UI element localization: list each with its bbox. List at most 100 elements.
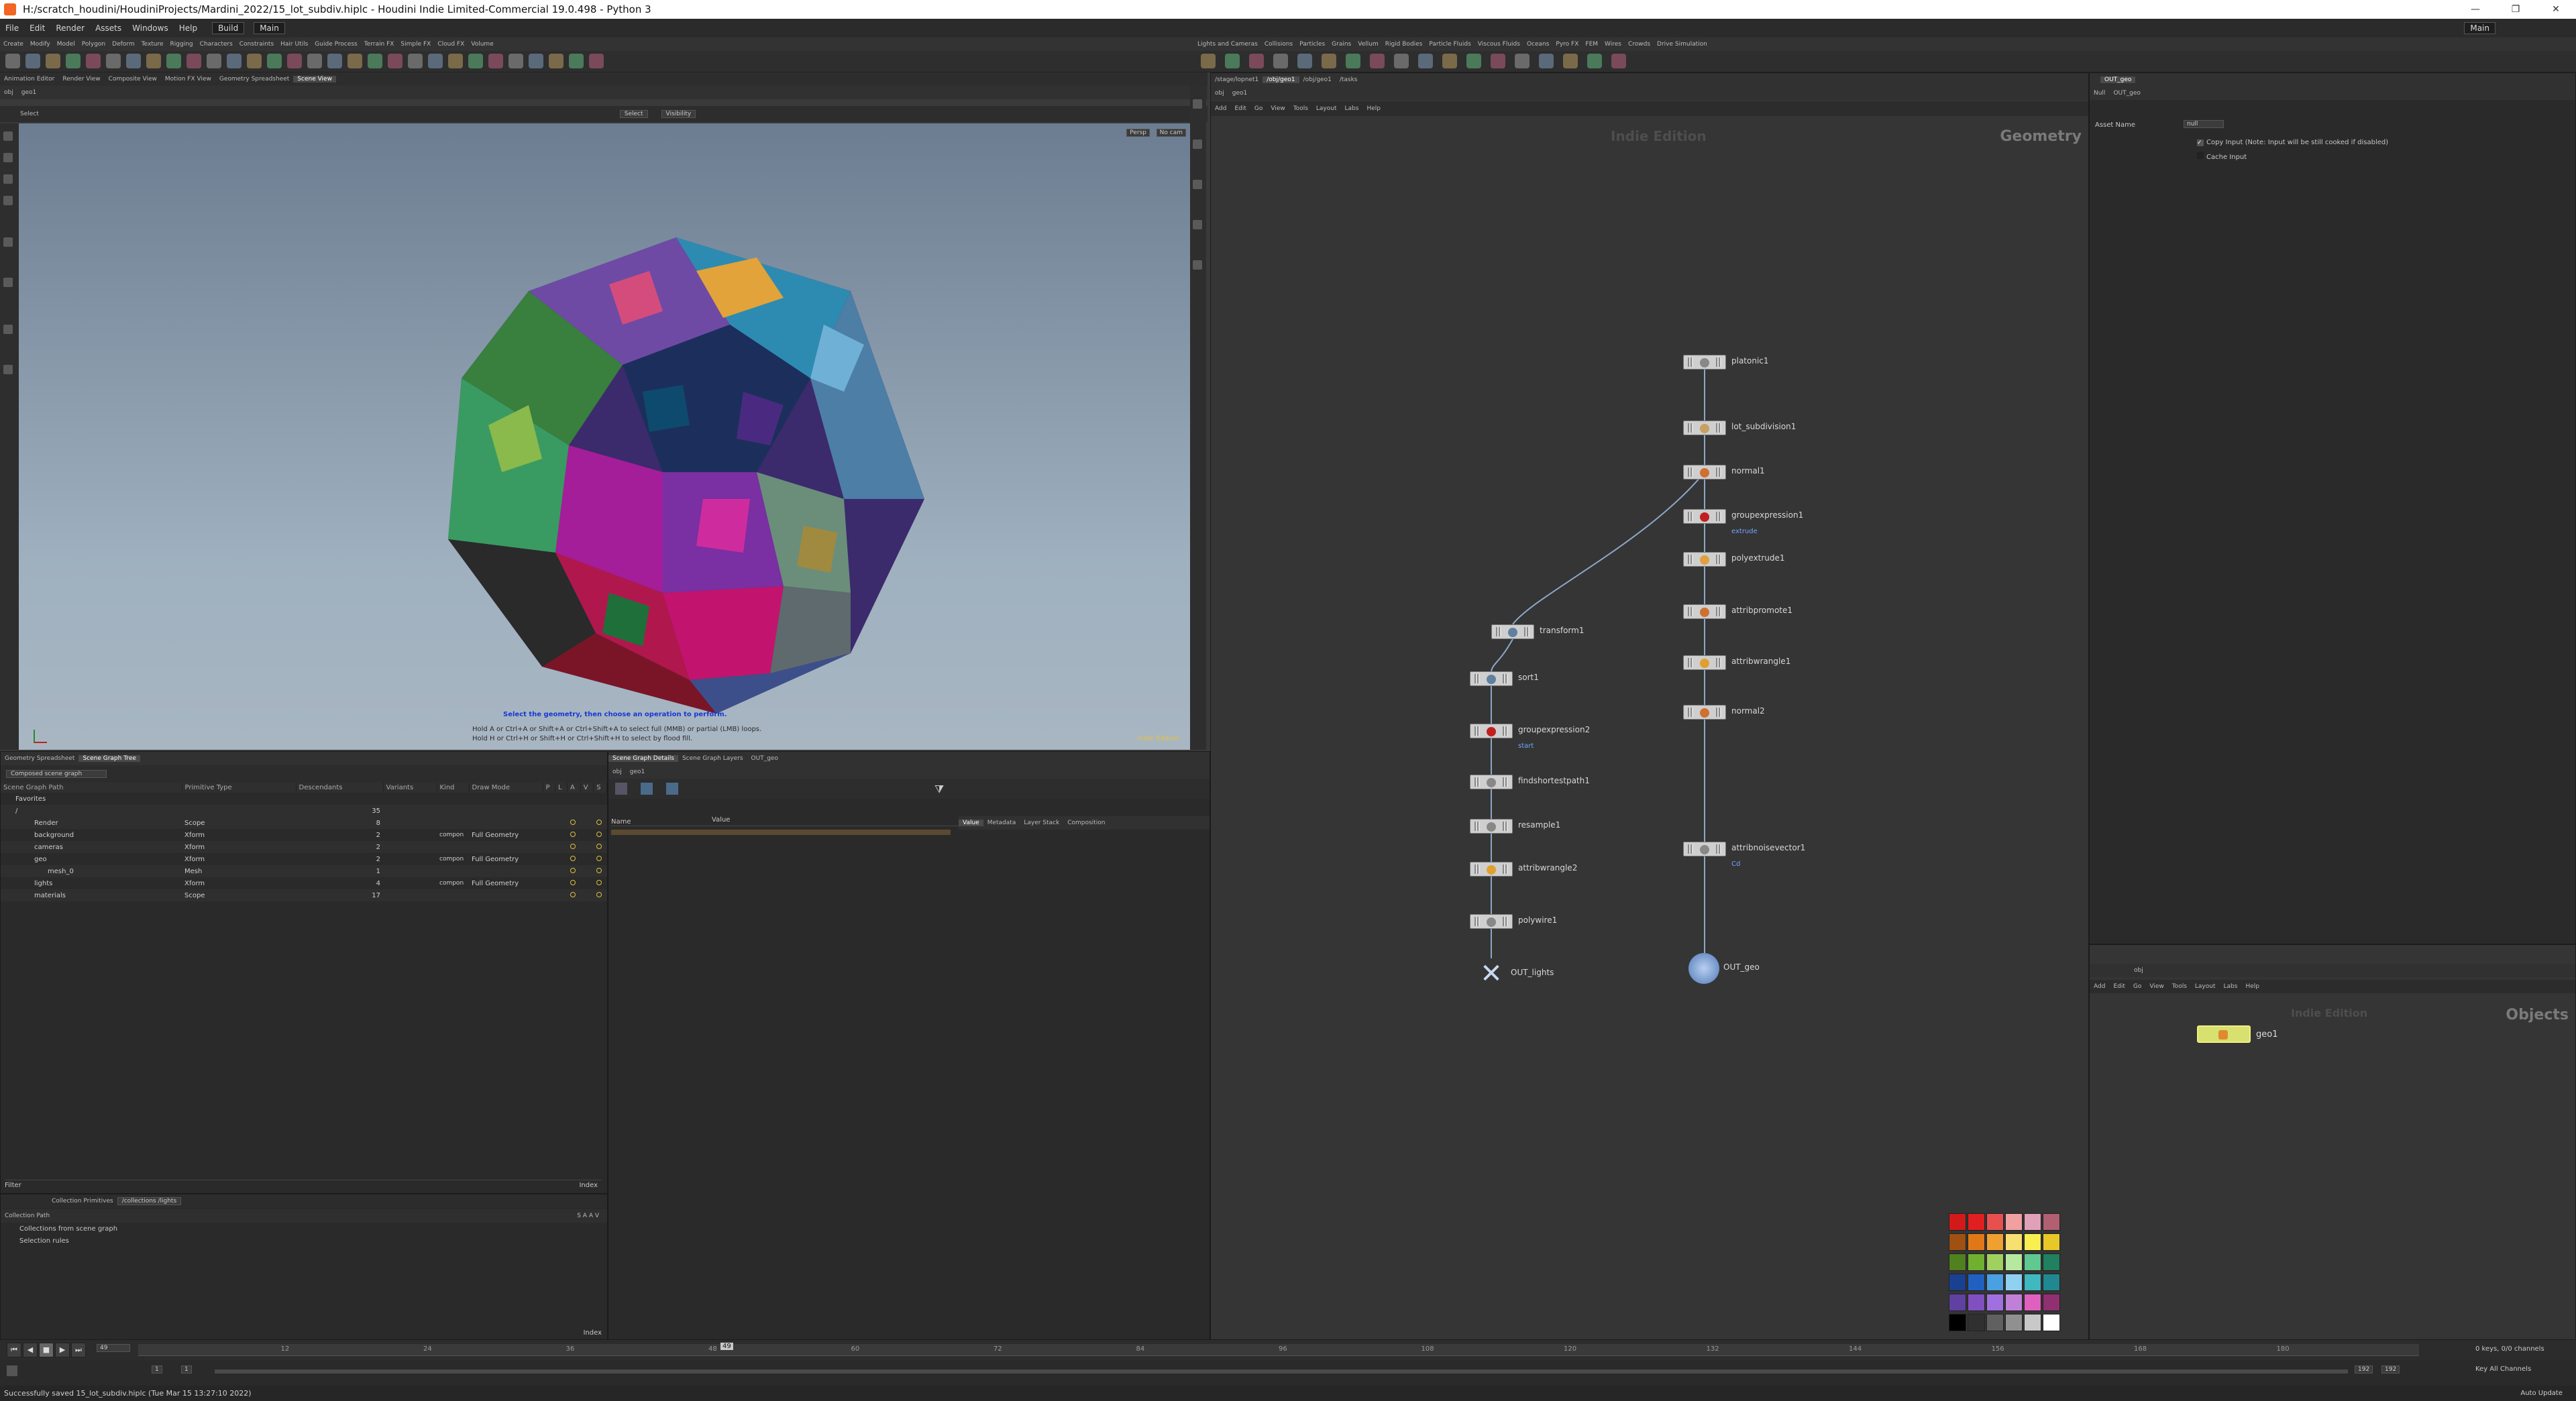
shelf-tab-wires[interactable]: Wires <box>1601 41 1625 48</box>
table-row[interactable]: geo Xform 2 compon Full Geometry <box>1 853 607 865</box>
color-swatch[interactable] <box>2005 1253 2023 1271</box>
shelf-tool-icon[interactable] <box>146 54 161 68</box>
shelf-tool-icon[interactable] <box>428 54 443 68</box>
shelf-tab-polygon[interactable]: Polygon <box>78 41 109 48</box>
scene-viewport[interactable]: Persp No cam Select the geometry, then c… <box>19 123 1190 750</box>
flag-cell[interactable] <box>543 817 555 829</box>
shading-icon[interactable] <box>1193 180 1202 189</box>
shelf-tool-icon[interactable] <box>1418 54 1433 68</box>
obj-menu-go[interactable]: Go <box>2129 983 2145 990</box>
display-options-icon[interactable] <box>1193 99 1202 109</box>
shelf-tool-icon[interactable] <box>347 54 362 68</box>
scale-tool-icon[interactable] <box>3 196 13 205</box>
color-swatch[interactable] <box>1986 1314 2004 1331</box>
color-swatch[interactable] <box>1968 1253 1985 1271</box>
color-swatch[interactable] <box>1968 1294 1985 1311</box>
camera-menu[interactable]: No cam <box>1156 129 1186 137</box>
restore-button[interactable]: ❐ <box>2496 0 2536 19</box>
node-lot-subdivision1[interactable] <box>1683 421 1726 435</box>
color-swatch[interactable] <box>2043 1213 2060 1231</box>
timeline-ruler[interactable]: 12 24 36 48 60 72 84 96 108 120 132 144 156 168 180 49 <box>138 1343 2419 1356</box>
color-swatch[interactable] <box>1949 1274 1966 1291</box>
shelf-tool-icon[interactable] <box>46 54 60 68</box>
shelf-tool-icon[interactable] <box>1346 54 1360 68</box>
flag-cell[interactable] <box>568 877 581 889</box>
details-path-geo[interactable]: geo1 <box>626 769 649 775</box>
color-swatch[interactable] <box>2043 1274 2060 1291</box>
collection-item[interactable]: Collections from scene graph <box>19 1225 117 1233</box>
shelf-tab-lights-and-cameras[interactable]: Lights and Cameras <box>1194 41 1261 48</box>
shelf-tool-icon[interactable] <box>327 54 342 68</box>
flag-cell[interactable] <box>555 829 568 841</box>
start-frame-field[interactable]: 1 <box>152 1365 162 1374</box>
node-platonic1[interactable] <box>1683 355 1726 370</box>
shelf-tool-icon[interactable] <box>488 54 503 68</box>
tab-scene-graph-tree[interactable]: Scene Graph Tree <box>78 755 140 762</box>
color-swatch[interactable] <box>1949 1253 1966 1271</box>
param-tab-out-geo[interactable]: OUT_geo <box>2100 76 2136 83</box>
shelf-tab-guide-process[interactable]: Guide Process <box>311 41 360 48</box>
jump-end-button[interactable]: ⏭ <box>71 1343 86 1357</box>
color-swatch[interactable] <box>2043 1294 2060 1311</box>
node-out-geo[interactable] <box>1688 953 1719 984</box>
shelf-set-dropdown[interactable]: Build <box>212 22 245 34</box>
color-swatch[interactable] <box>2005 1314 2023 1331</box>
shelf-tab-simple-fx[interactable]: Simple FX <box>397 41 434 48</box>
shelf-tool-icon[interactable] <box>25 54 40 68</box>
shelf-tool-icon[interactable] <box>5 54 20 68</box>
color-swatch[interactable] <box>1986 1294 2004 1311</box>
shelf-tool-icon[interactable] <box>1442 54 1457 68</box>
view-tool-icon[interactable] <box>3 325 13 334</box>
shelf-tool-icon[interactable] <box>1297 54 1312 68</box>
shelf-tool-icon[interactable] <box>508 54 523 68</box>
root-row[interactable]: / 35 <box>1 805 607 817</box>
shelf-tool-icon[interactable] <box>448 54 463 68</box>
table-row[interactable]: mesh_0 Mesh 1 <box>1 865 607 877</box>
color-swatch[interactable] <box>1949 1294 1966 1311</box>
color-swatch[interactable] <box>1968 1213 1985 1231</box>
table-row[interactable]: Render Scope 8 <box>1 817 607 829</box>
handle-tool-icon[interactable] <box>3 237 13 247</box>
obj-menu-view[interactable]: View <box>2145 983 2167 990</box>
flag-cell[interactable] <box>594 877 607 889</box>
flag-cell[interactable] <box>594 829 607 841</box>
grid-icon[interactable] <box>1193 260 1202 270</box>
flag-cell[interactable] <box>543 841 555 853</box>
node-attribwrangle2[interactable] <box>1470 862 1513 877</box>
shelf-tool-icon[interactable] <box>368 54 382 68</box>
transform-tool-icon[interactable] <box>3 153 13 162</box>
snap-tool-icon[interactable] <box>3 365 13 374</box>
flag-cell[interactable] <box>580 853 594 865</box>
shelf-tab-vellum[interactable]: Vellum <box>1354 41 1381 48</box>
node-attribpromote1[interactable] <box>1683 604 1726 619</box>
col-scene-graph-path[interactable]: Scene Graph Path <box>1 783 182 793</box>
collection-item[interactable]: Selection rules <box>19 1237 69 1245</box>
node-groupexpression1[interactable] <box>1683 509 1726 524</box>
col-v[interactable]: V <box>580 783 594 793</box>
selected-prop-row[interactable] <box>611 830 951 835</box>
color-swatch[interactable] <box>1986 1213 2004 1231</box>
flag-cell[interactable] <box>543 889 555 901</box>
tab-value[interactable]: Value <box>959 820 983 826</box>
objects-path-obj[interactable]: obj <box>2130 967 2147 974</box>
shelf-tool-icon[interactable] <box>1611 54 1626 68</box>
flag-cell[interactable] <box>567 817 581 829</box>
color-swatch[interactable] <box>1968 1233 1985 1251</box>
tab-metadata[interactable]: Metadata <box>983 820 1020 826</box>
obj-menu-layout[interactable]: Layout <box>2191 983 2220 990</box>
node-normal2[interactable] <box>1683 705 1726 720</box>
color-swatch[interactable] <box>2005 1294 2023 1311</box>
shelf-tool-icon[interactable] <box>569 54 584 68</box>
shelf-tool-icon[interactable] <box>307 54 322 68</box>
flag-cell[interactable] <box>543 829 555 841</box>
geo1-node[interactable] <box>2197 1025 2251 1043</box>
shelf-tool-icon[interactable] <box>247 54 262 68</box>
col-variants[interactable]: Variants <box>383 783 437 793</box>
end-frame-field-2[interactable]: 192 <box>2381 1365 2400 1374</box>
col-l[interactable]: L <box>555 783 568 793</box>
shelf-tab-texture[interactable]: Texture <box>138 41 167 48</box>
step-back-button[interactable]: ◀ <box>23 1343 38 1357</box>
flag-cell[interactable] <box>593 841 607 853</box>
shelf-tab-create[interactable]: Create <box>0 41 27 48</box>
table-row[interactable]: cameras Xform 2 <box>1 841 607 853</box>
